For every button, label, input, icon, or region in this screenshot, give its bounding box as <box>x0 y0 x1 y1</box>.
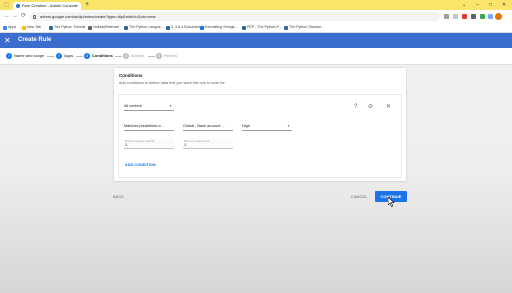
tab-search-icon[interactable]: ⬚ <box>4 1 9 9</box>
remove-condition-icon[interactable]: ⊖ <box>368 103 373 111</box>
min-unique-value: 1 <box>125 143 128 147</box>
step-done-icon: ✓ <box>6 53 12 59</box>
close-condition-icon[interactable]: ✕ <box>386 103 391 111</box>
bookmark-item[interactable]: Apps <box>8 23 16 32</box>
forward-arrow-icon[interactable]: → <box>12 12 18 21</box>
step-number-icon: 4 <box>123 53 129 59</box>
content-scope-select[interactable]: All content ▼ <box>124 103 174 111</box>
tab-list-icon[interactable]: ⌄ <box>462 1 466 9</box>
add-condition-button[interactable]: ADD CONDITION <box>125 162 156 168</box>
bookmark-item[interactable]: The Python Langua... <box>129 23 163 32</box>
bookmark-item[interactable]: New Tab <box>27 23 41 32</box>
profile-avatar[interactable] <box>495 13 502 20</box>
step-divider <box>47 56 54 57</box>
python-icon <box>284 25 288 30</box>
match-type-value: Matches predefined d... <box>124 124 164 128</box>
bookmark-icon <box>88 25 92 30</box>
step-divider <box>148 56 155 57</box>
python-icon <box>242 25 246 30</box>
page-title: Create Rule <box>18 37 52 43</box>
extension-icon[interactable] <box>462 14 467 19</box>
bookmark-item[interactable]: Formatting Strings... <box>205 23 237 32</box>
likelihood-select[interactable]: High ▼ <box>242 123 292 131</box>
share-icon[interactable] <box>444 14 449 19</box>
match-type-select[interactable]: Matches predefined d... <box>124 123 174 131</box>
tab-title: Rule Creation - Admin Console <box>22 3 77 8</box>
min-count-field[interactable]: Minimum match count 1 <box>183 139 233 149</box>
help-icon[interactable]: ? <box>354 103 357 111</box>
extension-icon[interactable] <box>471 14 476 19</box>
step-divider <box>115 56 122 57</box>
address-url: admin.google.com/ac/dp/rules/create?type… <box>40 14 156 19</box>
step-done-icon: ✓ <box>56 53 62 59</box>
bookmark-item[interactable]: HolidayRelevant <box>93 23 119 32</box>
likelihood-value: High <box>242 124 250 128</box>
apps-icon <box>3 25 7 30</box>
python-icon <box>166 25 170 30</box>
step-review: Review <box>164 53 178 58</box>
step-name-and-scope[interactable]: Name and scope <box>14 52 44 60</box>
tab-favicon-icon <box>16 4 20 8</box>
back-button[interactable]: BACK <box>113 193 124 200</box>
step-conditions[interactable]: Conditions <box>92 52 113 60</box>
step-actions: Actions <box>131 53 145 58</box>
extension-icon[interactable] <box>480 14 485 19</box>
bookmark-item[interactable]: The Python Tutorial <box>54 23 85 32</box>
step-number-icon: 5 <box>156 53 162 59</box>
conditions-title: Conditions <box>119 73 143 78</box>
minimize-icon[interactable]: – <box>476 1 479 9</box>
min-count-value: 1 <box>184 143 187 147</box>
python-icon <box>124 25 128 30</box>
step-divider <box>76 56 83 57</box>
bookmark-item[interactable]: PEP - The Python P... <box>247 23 282 32</box>
step-number-icon: 3 <box>84 53 90 59</box>
new-tab-icon[interactable]: + <box>85 1 89 9</box>
puzzle-icon[interactable] <box>488 14 493 19</box>
star-icon[interactable] <box>453 14 458 19</box>
dropdown-arrow-icon: ▼ <box>287 124 290 128</box>
dropdown-arrow-icon: ▼ <box>169 104 172 108</box>
python-icon <box>49 25 53 30</box>
step-apps[interactable]: Apps <box>64 52 73 60</box>
bookmark-item[interactable]: The Python Standar... <box>289 23 324 32</box>
content-scope-value: All content <box>124 104 142 108</box>
cancel-button[interactable]: CANCEL <box>351 193 367 200</box>
back-arrow-icon[interactable]: ← <box>4 12 10 21</box>
maximize-icon[interactable]: □ <box>489 1 492 9</box>
mouse-pointer-icon <box>388 197 395 207</box>
app-header <box>0 33 512 48</box>
min-unique-field[interactable]: Minimum unique matched 1 <box>124 139 174 149</box>
browser-tab[interactable]: Rule Creation - Admin Console <box>13 2 81 10</box>
bookmark-icon <box>200 25 204 30</box>
data-type-select[interactable]: Global - Bank account ... <box>183 123 233 131</box>
tab-close-icon[interactable]: × <box>76 2 78 10</box>
lock-icon[interactable] <box>33 14 36 19</box>
conditions-description: Add conditions to define data that you w… <box>119 81 225 85</box>
data-type-value: Global - Bank account ... <box>183 124 225 128</box>
window-close-icon[interactable]: ✕ <box>502 1 506 9</box>
close-rule-icon[interactable]: ✕ <box>4 33 11 48</box>
bookmark-icon <box>22 25 26 30</box>
reload-icon[interactable]: ⟳ <box>21 12 26 21</box>
address-bar[interactable]: admin.google.com/ac/dp/rules/create?type… <box>30 12 440 21</box>
